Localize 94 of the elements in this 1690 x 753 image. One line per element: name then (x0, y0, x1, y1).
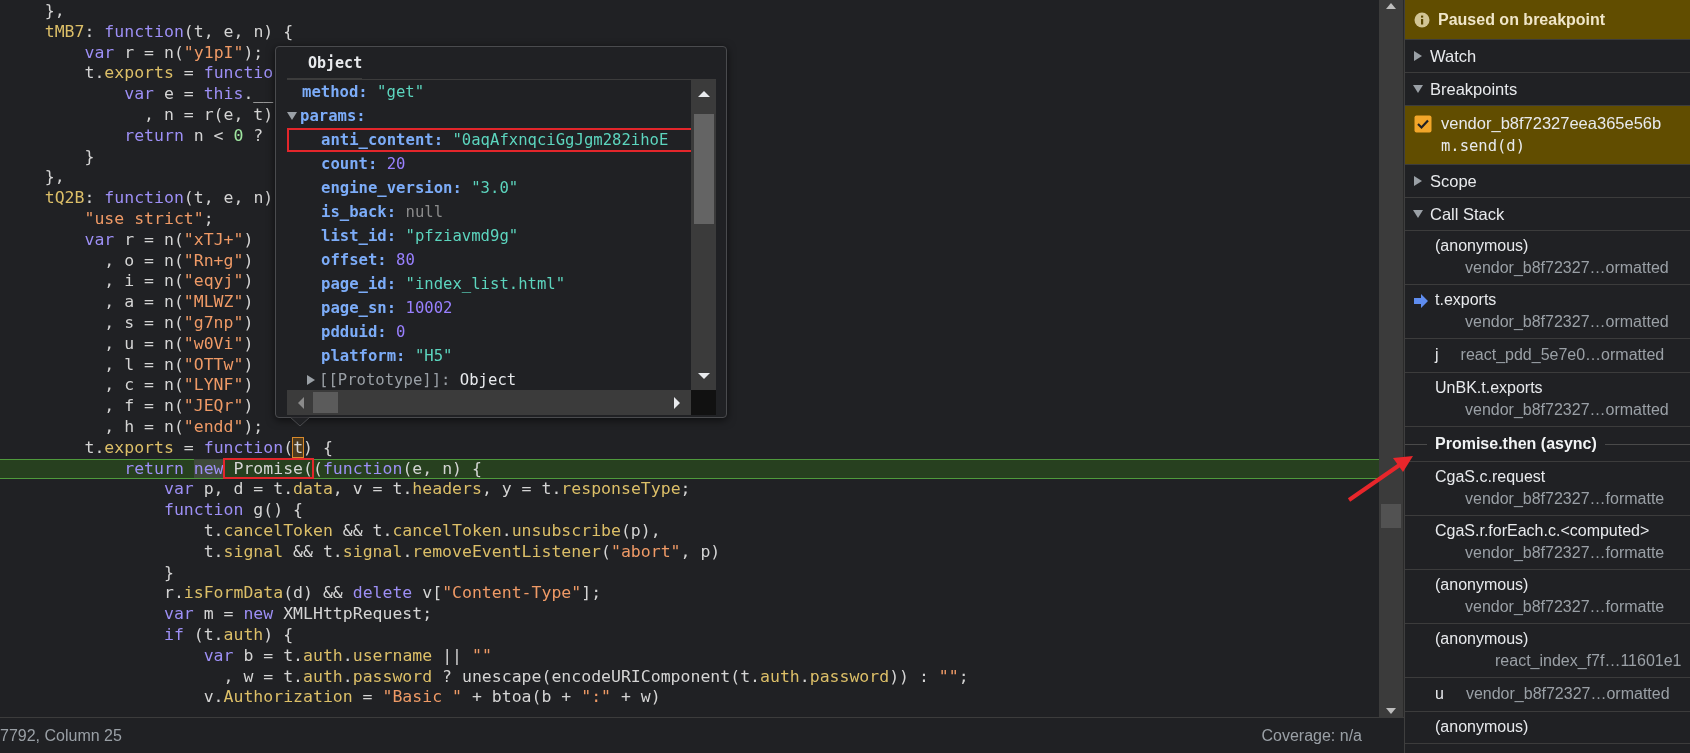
code-line: } (162, 562, 174, 584)
frame-location[interactable]: vendor_b8f72327…formatte (1465, 598, 1665, 616)
tooltip-title: Object (287, 47, 363, 79)
code-line: tQ2B: function(t, e, n) (43, 188, 274, 209)
scrollbar-thumb[interactable] (693, 114, 714, 224)
scroll-right-icon[interactable] (671, 395, 683, 410)
code-line: r.isFormData(d) && delete v["Content-Type"]; (162, 583, 602, 605)
expand-icon[interactable] (1413, 51, 1423, 61)
breakpoint-code: m.send(d) (1441, 137, 1526, 155)
code-line: var b = t.auth.username || "" (202, 645, 492, 667)
code-line: var e = this.__ (123, 84, 274, 105)
property-text: count: 20 (321, 155, 406, 173)
collapse-icon[interactable] (1413, 209, 1423, 219)
frame-name[interactable]: CgaS.c.request (1435, 468, 1546, 486)
code-line: , n = r(e, t) (143, 105, 274, 126)
property-text: pdduid: 0 (321, 323, 406, 341)
coverage-status: Coverage: n/a (1261, 726, 1362, 745)
code-line: function g() { (162, 500, 304, 521)
checkbox[interactable] (1414, 114, 1432, 133)
frame-name[interactable]: UnBK.t.exports (1435, 379, 1543, 397)
code-line: , i = n("eqyj") (103, 271, 254, 293)
frame-name[interactable]: (anonymous) (1435, 237, 1529, 255)
property-text: list_id: "pfziavmd9g" (321, 227, 519, 245)
code-line: } (83, 146, 95, 168)
vertical-scrollbar[interactable] (1379, 0, 1404, 717)
property-text: platform: "H5" (321, 347, 453, 365)
frame-location[interactable]: react_index_f7f…11601e1 (1495, 652, 1682, 670)
vertical-scrollbar[interactable] (691, 80, 716, 390)
scrollbar-thumb[interactable] (313, 392, 338, 413)
code-line: }, (43, 1, 65, 22)
expand-icon[interactable] (306, 375, 316, 385)
property-text: [[Prototype]]: Object (319, 371, 517, 389)
frame-name[interactable]: (anonymous) (1435, 718, 1529, 736)
frame-name[interactable]: t.exports (1435, 291, 1497, 309)
frame-name[interactable]: (anonymous) (1435, 630, 1529, 648)
frame-location[interactable]: vendor_b8f72327…ormatted (1465, 685, 1670, 703)
code-line: , l = n("OTTw") (103, 354, 254, 376)
section-header[interactable]: Scope (1405, 165, 1690, 198)
code-line: , s = n("g7np") (103, 312, 254, 334)
code-line: t.exports = functio (83, 63, 274, 85)
cursor-position: 7792, Column 25 (0, 726, 122, 745)
code-line: t.signal && t.signal.removeEventListener("abort", p) (202, 541, 721, 563)
code-line: , w = t.auth.password ? unescape(encodeURIComponent(t.auth.password)) : ""; (222, 666, 969, 688)
code-line: if (t.auth) { (162, 624, 294, 646)
frame-name[interactable]: CgaS.r.forEach.c.<computed> (1435, 522, 1650, 540)
property-text: offset: 80 (321, 251, 415, 269)
frame-name[interactable]: j (1435, 346, 1439, 364)
scrollbar-corner (691, 390, 716, 415)
code-line: , h = n("endd"); (103, 416, 264, 438)
property-text: method: "get" (302, 83, 425, 101)
property-text: page_id: "index_list.html" (321, 275, 566, 293)
annotation-arrow (1347, 456, 1413, 502)
code-line: , f = n("JEQr") (103, 396, 254, 417)
code-line: }, (43, 167, 65, 189)
code-line: return n < 0 ? (123, 125, 264, 147)
banner-text: Paused on breakpoint (1438, 10, 1606, 29)
code-line: , c = n("LYNF") (103, 375, 254, 397)
code-line: "use strict"; (83, 208, 214, 230)
frame-location[interactable]: react_pdd_5e7e0…ormatted (1460, 346, 1665, 364)
breakpoint-file: vendor_b8f72327eea365e56b (1441, 114, 1663, 133)
section-header[interactable]: Watch (1405, 40, 1690, 73)
collapse-icon[interactable] (287, 111, 297, 121)
frame-location[interactable]: vendor_b8f72327…formatte (1465, 490, 1665, 508)
scroll-down-icon[interactable] (696, 370, 711, 382)
code-line: t.cancelToken && t.cancelToken.unsubscribe(p), (202, 520, 661, 542)
scroll-up-icon[interactable] (696, 88, 711, 100)
code-line: var m = new XMLHttpRequest; (162, 604, 433, 625)
code-line: tMB7: function(t, e, n) { (43, 21, 294, 43)
code-line: var p, d = t.data, v = t.headers, y = t.responseType; (162, 479, 691, 501)
breakpoint-item[interactable]: vendor_b8f72327eea365e56b m.send(d) (1405, 106, 1690, 165)
code-line: var r = n("y1pI"); (83, 42, 264, 64)
property-text: engine_version: "3.0" (321, 179, 519, 197)
property-text: params: (300, 107, 366, 125)
code-line: , a = n("MLWZ") (103, 292, 254, 313)
code-line: , u = n("w0Vi") (103, 333, 254, 355)
async-separator: Promise.then (async) (1435, 435, 1597, 453)
frame-name[interactable]: u (1435, 685, 1444, 703)
property-text: anti_content: "0aqAfxnqciGgJgm282ihoE (321, 131, 669, 149)
code-line: var r = n("xTJ+") (83, 229, 254, 251)
frame-location[interactable]: vendor_b8f72327…ormatted (1465, 259, 1669, 277)
horizontal-scrollbar[interactable] (287, 390, 691, 415)
code-line: t.exports = function(t) { (83, 437, 333, 459)
frame-name[interactable]: (anonymous) (1435, 576, 1529, 594)
collapse-icon[interactable] (1413, 84, 1423, 94)
code-line: , o = n("Rn+g") (103, 250, 254, 272)
info-icon (1414, 11, 1430, 28)
frame-location[interactable]: vendor_b8f72327…formatte (1465, 544, 1665, 562)
frame-location[interactable]: vendor_b8f72327…ormatted (1465, 313, 1669, 331)
property-text: is_back: null (321, 203, 444, 221)
property-text: page_sn: 10002 (321, 299, 453, 317)
expand-icon[interactable] (1413, 176, 1423, 186)
code-line: v.Authorization = "Basic " + btoa(b + ":" + w) (202, 687, 661, 709)
section-header[interactable]: Call Stack (1405, 198, 1690, 231)
frame-location[interactable]: vendor_b8f72327…ormatted (1465, 401, 1669, 419)
